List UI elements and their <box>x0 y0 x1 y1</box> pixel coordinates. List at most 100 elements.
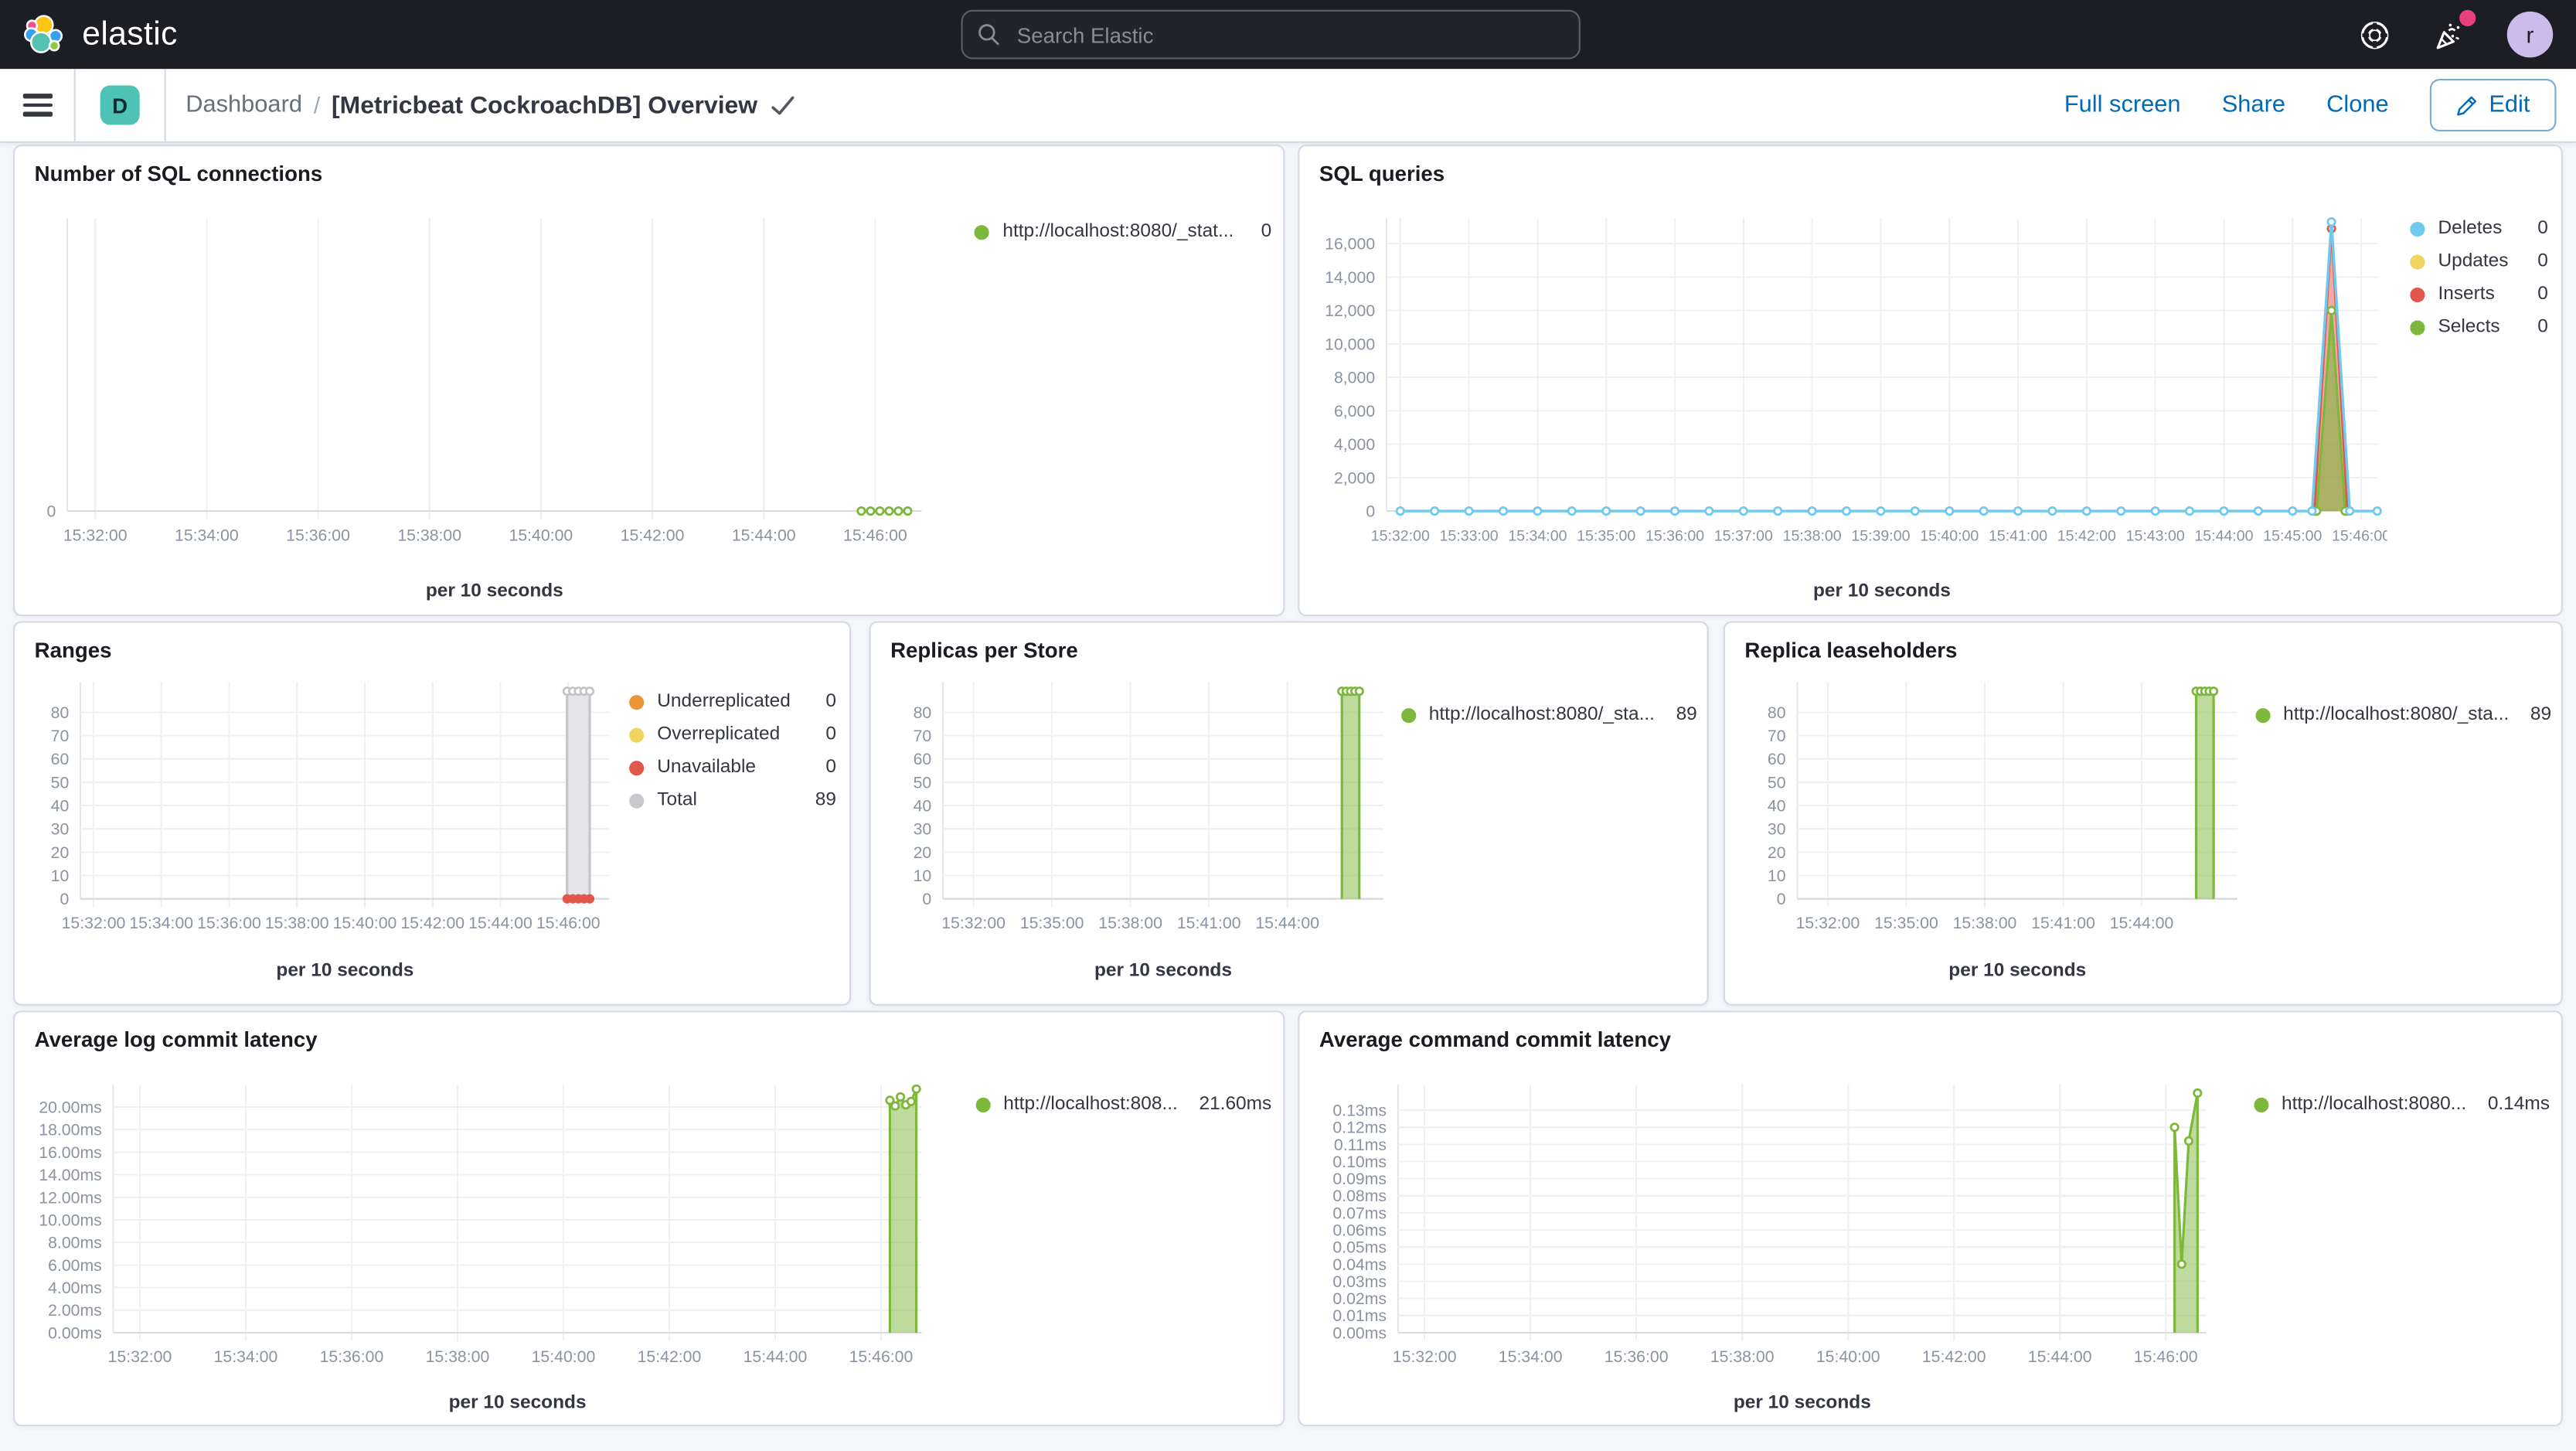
svg-text:16.00ms: 16.00ms <box>39 1143 102 1162</box>
svg-text:0: 0 <box>1366 502 1375 521</box>
legend-item[interactable]: http://localhost:8080... 0.14ms <box>2253 1094 2550 1115</box>
legend-item[interactable]: http://localhost:8080/_stat... 0 <box>975 222 1271 241</box>
svg-text:18.00ms: 18.00ms <box>39 1121 102 1139</box>
page-title[interactable]: [Metricbeat CockroachDB] Overview <box>332 91 757 119</box>
chart-replica-leaseholders[interactable]: 15:32:00 15:35:00 15:38:00 15:41:00 15:44:00… <box>1741 666 2251 986</box>
legend-label: Deletes <box>2438 218 2503 239</box>
svg-text:per 10 seconds: per 10 seconds <box>426 581 563 601</box>
legend-item[interactable]: http://localhost:8080/_sta... 89 <box>2254 704 2552 725</box>
svg-text:20: 20 <box>914 843 932 862</box>
legend-value: 0 <box>2537 218 2548 239</box>
legend-item[interactable]: Overreplicated 0 <box>629 724 836 744</box>
chart-average-command-commit-latency[interactable]: 15:32:00 15:34:00 15:36:00 15:38:00 15:40:00… <box>1299 1061 2216 1418</box>
kibana-dashboard: elastic Search Elastic r D Dashboard / [… <box>0 0 2576 1451</box>
legend-value: 89 <box>2530 704 2552 725</box>
svg-text:0.09ms: 0.09ms <box>1332 1170 1387 1188</box>
svg-text:15:32:00: 15:32:00 <box>63 526 128 544</box>
svg-text:50: 50 <box>1768 773 1786 792</box>
svg-text:15:32:00: 15:32:00 <box>1393 1347 1457 1366</box>
chart-ranges[interactable]: 15:32:00 15:34:00 15:36:00 15:38:00 15:40:00… <box>15 666 626 986</box>
legend-label: http://localhost:808... <box>1003 1094 1178 1115</box>
legend-value: 0 <box>825 724 836 744</box>
news-button[interactable] <box>2431 9 2476 53</box>
legend-label: http://localhost:8080... <box>2281 1094 2467 1115</box>
panel-number-of-sql-connections: Number of SQL connections 15:32:00 15:34:… <box>13 145 1285 617</box>
svg-text:50: 50 <box>914 773 932 792</box>
svg-text:15:44:00: 15:44:00 <box>1255 914 1319 932</box>
breadcrumb: Dashboard / [Metricbeat CockroachDB] Ove… <box>185 91 795 119</box>
legend-swatch-icon <box>975 224 990 240</box>
svg-text:0: 0 <box>46 502 56 521</box>
svg-text:40: 40 <box>51 796 70 815</box>
elastic-logo[interactable]: elastic <box>0 12 178 56</box>
svg-text:40: 40 <box>1768 796 1786 815</box>
legend-item[interactable]: Inserts 0 <box>2410 284 2548 305</box>
panel-replica-leaseholders: Replica leaseholders 15:32:00 15:35:00 15:… <box>1723 621 2563 1006</box>
svg-text:60: 60 <box>914 750 932 768</box>
menu-button[interactable] <box>22 94 53 117</box>
header-right: r <box>2356 0 2576 69</box>
search-input[interactable] <box>1013 20 1564 49</box>
svg-text:0: 0 <box>60 890 69 908</box>
legend-label: Inserts <box>2438 284 2495 305</box>
global-search[interactable] <box>961 9 1581 60</box>
legend-item[interactable]: Updates 0 <box>2410 251 2548 271</box>
chart-number-of-sql-connections[interactable]: 15:32:00 15:34:00 15:36:00 15:38:00 15:40:00… <box>15 196 934 606</box>
chart-replicas-per-store[interactable]: 15:32:00 15:35:00 15:38:00 15:41:00 15:44:00… <box>887 666 1397 986</box>
svg-text:15:32:00: 15:32:00 <box>1796 914 1860 932</box>
title-options-button[interactable] <box>771 94 795 116</box>
svg-text:10: 10 <box>51 867 70 885</box>
help-button[interactable] <box>2356 16 2392 53</box>
legend-swatch-icon <box>2254 707 2271 723</box>
svg-text:0.13ms: 0.13ms <box>1332 1102 1387 1120</box>
legend-swatch-icon <box>2410 319 2425 335</box>
legend-item[interactable]: http://localhost:8080/_sta... 89 <box>1400 705 1697 724</box>
dashboard-app-badge[interactable]: D <box>100 85 140 125</box>
panel-ranges: Ranges 15:32:00 15:34:00 15:36:00 15:38:00 1… <box>13 621 852 1006</box>
svg-text:15:36:00: 15:36:00 <box>286 526 350 544</box>
panel-average-log-commit-latency: Average log commit latency 15:32:00 15:34… <box>13 1010 1285 1427</box>
legend-item[interactable]: Deletes 0 <box>2410 218 2548 239</box>
legend-swatch-icon <box>629 694 645 710</box>
dashboard-toolbar: D Dashboard / [Metricbeat CockroachDB] O… <box>0 69 2576 143</box>
toolbar-actions: Full screen Share Clone Edit <box>2064 79 2557 132</box>
svg-text:15:40:00: 15:40:00 <box>1816 1347 1880 1366</box>
svg-text:15:44:00: 15:44:00 <box>2028 1347 2092 1366</box>
svg-text:8,000: 8,000 <box>1334 369 1375 387</box>
svg-text:15:43:00: 15:43:00 <box>2126 527 2185 544</box>
svg-text:15:40:00: 15:40:00 <box>509 526 573 544</box>
svg-text:15:32:00: 15:32:00 <box>941 914 1006 932</box>
elastic-logo-icon <box>24 14 63 53</box>
svg-text:50: 50 <box>51 773 70 792</box>
chart-average-log-commit-latency[interactable]: 15:32:00 15:34:00 15:36:00 15:38:00 15:40:00… <box>15 1061 931 1418</box>
panel-title: Average log commit latency <box>34 1027 318 1052</box>
legend-item[interactable]: Selects 0 <box>2410 317 2548 337</box>
legend-item[interactable]: http://localhost:808... 21.60ms <box>975 1094 1271 1115</box>
chart-legend: http://localhost:8080/_stat... 0 <box>975 222 1271 255</box>
chart-sql-queries[interactable]: 15:32:00 15:33:00 15:34:00 15:35:00 15:36:00… <box>1299 196 2387 606</box>
svg-text:0.07ms: 0.07ms <box>1332 1204 1387 1222</box>
svg-text:2.00ms: 2.00ms <box>48 1301 102 1320</box>
svg-text:15:40:00: 15:40:00 <box>333 914 397 932</box>
chart-legend: http://localhost:808... 21.60ms <box>975 1095 1271 1128</box>
svg-text:0.00ms: 0.00ms <box>48 1323 102 1342</box>
edit-button[interactable]: Edit <box>2429 79 2557 132</box>
svg-text:60: 60 <box>51 750 70 768</box>
full-screen-button[interactable]: Full screen <box>2064 92 2181 118</box>
breadcrumb-dashboard[interactable]: Dashboard <box>185 92 302 118</box>
legend-item[interactable]: Underreplicated 0 <box>629 692 836 711</box>
svg-text:0: 0 <box>922 890 931 908</box>
svg-text:15:40:00: 15:40:00 <box>1920 527 1979 544</box>
svg-text:14.00ms: 14.00ms <box>39 1166 102 1184</box>
clone-button[interactable]: Clone <box>2326 92 2389 118</box>
legend-item[interactable]: Unavailable 0 <box>629 758 836 777</box>
svg-text:15:44:00: 15:44:00 <box>732 526 796 544</box>
user-avatar[interactable]: r <box>2506 11 2554 58</box>
legend-value: 0.14ms <box>2487 1094 2550 1115</box>
legend-swatch-icon <box>2253 1096 2268 1112</box>
legend-item[interactable]: Total 89 <box>629 790 836 810</box>
svg-text:15:45:00: 15:45:00 <box>2263 527 2322 544</box>
svg-text:15:42:00: 15:42:00 <box>400 914 464 932</box>
avatar-initial: r <box>2526 21 2534 48</box>
share-button[interactable]: Share <box>2222 92 2285 118</box>
